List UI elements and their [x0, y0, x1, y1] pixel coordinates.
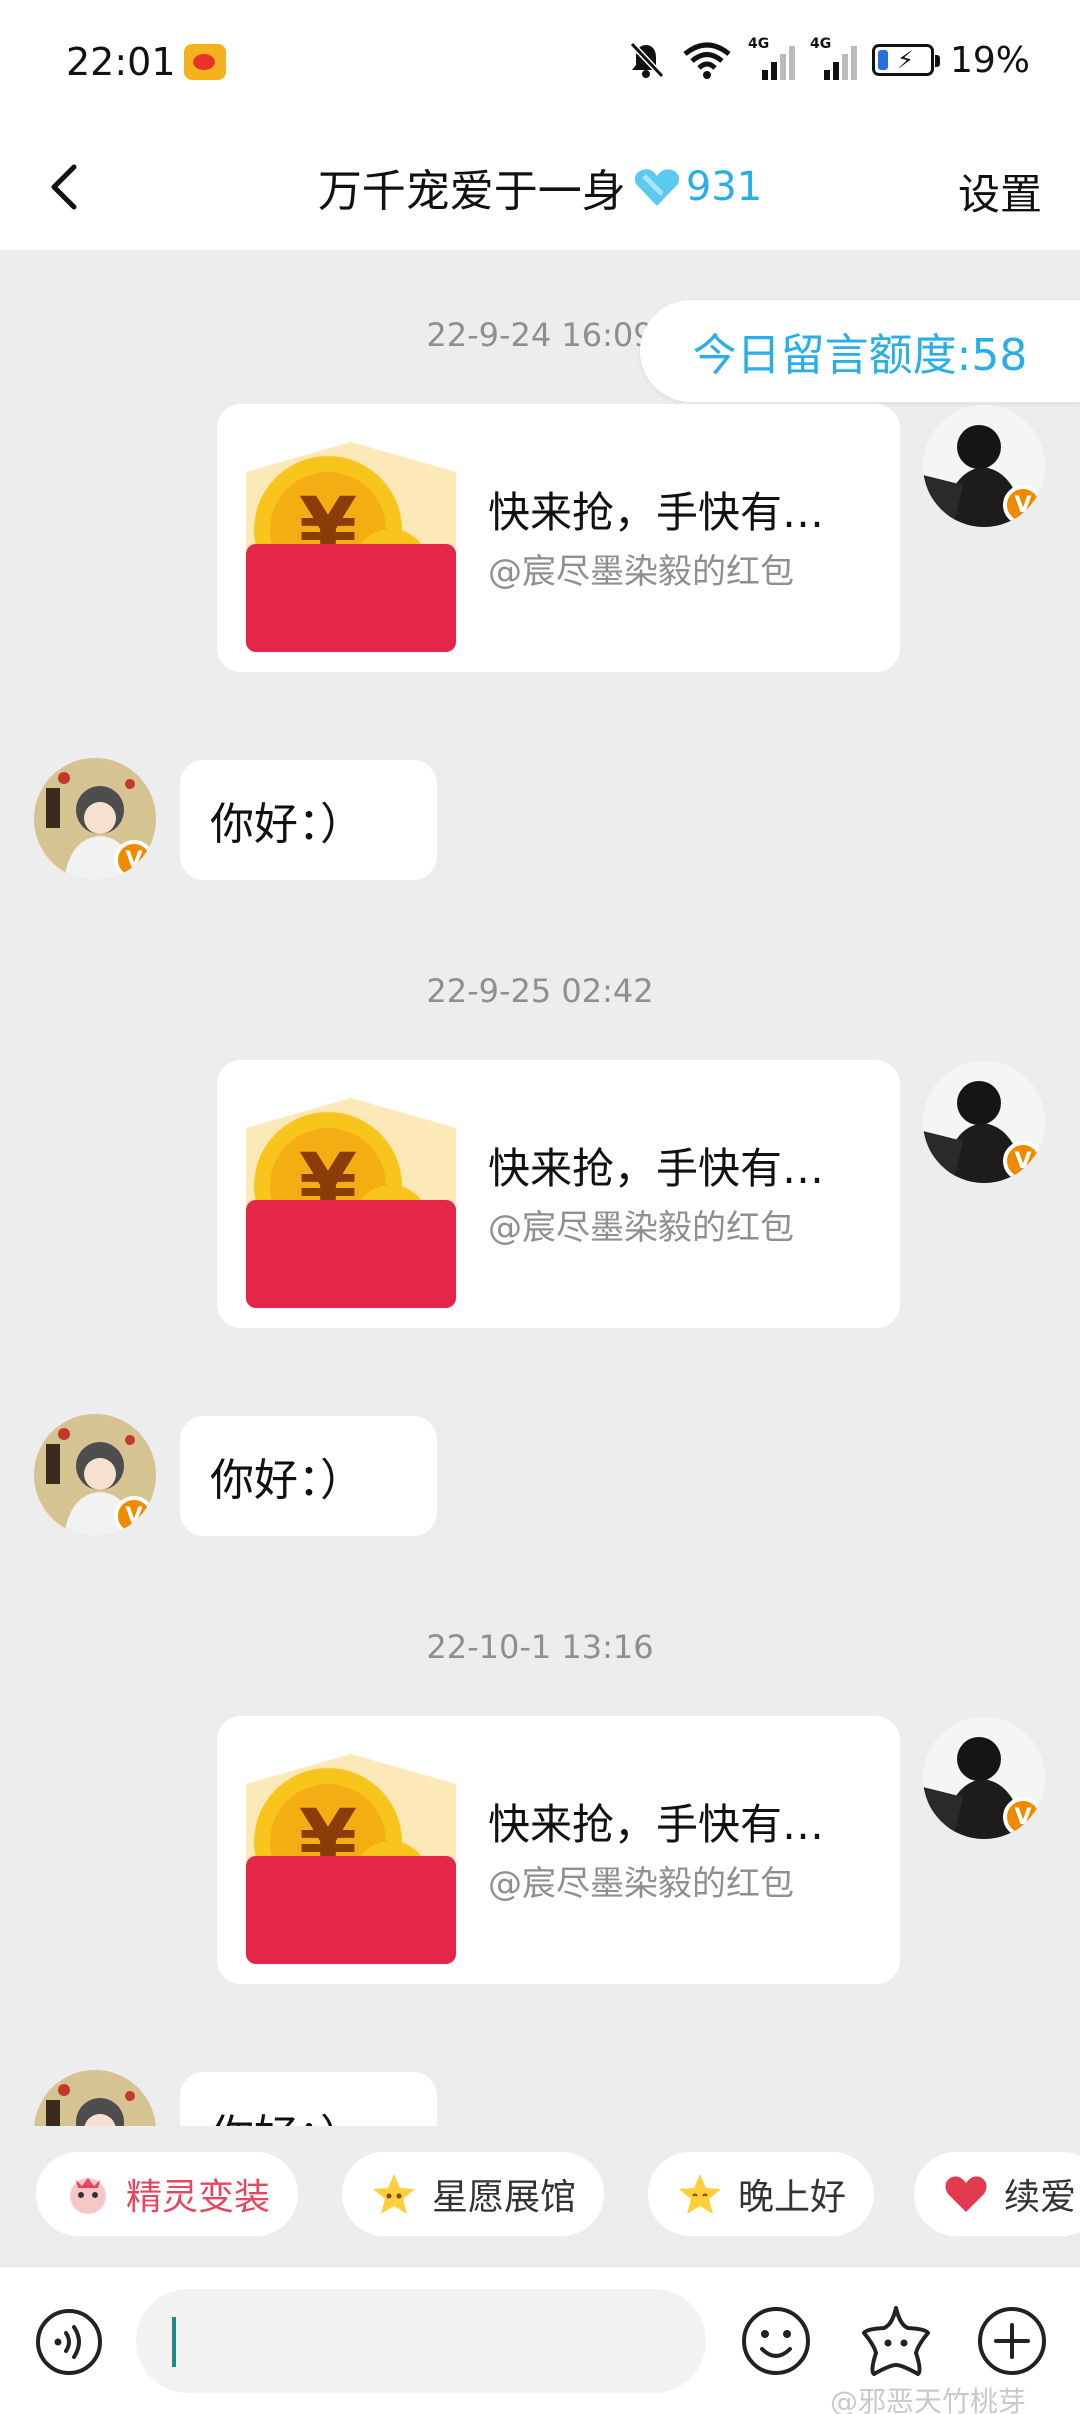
status-bar: 22:01 4G 4G ⚡ 19%	[0, 0, 1080, 125]
contact-avatar[interactable]: V	[34, 758, 156, 880]
red-packet-title: 快来抢，手快有…	[488, 488, 825, 537]
wifi-icon	[683, 42, 731, 79]
my-avatar[interactable]: V	[923, 405, 1045, 527]
status-icons: 4G 4G ⚡ 19%	[626, 36, 1030, 84]
mute-bell-icon	[629, 41, 665, 79]
sprite-icon	[64, 2170, 112, 2218]
my-avatar[interactable]: V	[923, 1061, 1045, 1183]
chat-header: 万千宠爱于一身 931 设置	[0, 125, 1080, 250]
message-bubble[interactable]: 你好：）	[180, 1416, 437, 1536]
quick-reply-label: 精灵变装	[126, 2177, 271, 2218]
avatar-illustration	[34, 2070, 156, 2126]
add-icon[interactable]	[976, 2305, 1048, 2377]
quick-reply-label: 星愿展馆	[432, 2177, 577, 2218]
my-avatar[interactable]: V	[923, 1717, 1045, 1839]
quick-reply-chip[interactable]: 星愿展馆	[342, 2152, 605, 2236]
intimacy-count: 931	[685, 164, 763, 210]
verified-badge: V	[1003, 1797, 1043, 1837]
charging-icon: ⚡	[896, 46, 914, 74]
message-timestamp: 22-9-25 02:42	[426, 972, 654, 1010]
message-input[interactable]	[136, 2289, 706, 2393]
red-packet-icon: ¥	[246, 1098, 456, 1308]
chat-title: 万千宠爱于一身 931	[0, 155, 1080, 219]
message-bubble[interactable]: 你好：）	[180, 760, 437, 880]
star-icon	[370, 2170, 418, 2218]
contact-name: 万千宠爱于一身	[317, 166, 626, 217]
red-packet-icon: ¥	[246, 442, 456, 652]
red-packet-subtitle: @宸尽墨染毅的红包	[488, 552, 794, 592]
red-packet-card[interactable]: ¥ 快来抢，手快有… @宸尽墨染毅的红包	[217, 1716, 900, 1984]
quick-reply-bar[interactable]: 精灵变装 星愿展馆 晚上好 续爱	[0, 2126, 1080, 2266]
status-time: 22:01	[66, 40, 176, 84]
message-bubble[interactable]: 你好：）	[180, 2072, 437, 2126]
weibo-notification-icon	[184, 44, 226, 80]
message-timestamp: 22-10-1 13:16	[426, 1628, 654, 1666]
quick-reply-label: 续爱	[1004, 2177, 1077, 2218]
verified-badge: V	[114, 840, 154, 880]
star-sticker-icon[interactable]	[858, 2303, 934, 2379]
red-packet-title: 快来抢，手快有…	[488, 1144, 825, 1193]
star-face-icon	[676, 2170, 724, 2218]
quick-reply-chip[interactable]: 晚上好	[648, 2152, 875, 2236]
heart-gem-icon	[634, 169, 679, 206]
settings-button[interactable]: 设置	[958, 161, 1042, 222]
voice-input-icon[interactable]	[34, 2307, 104, 2377]
heart-icon	[942, 2170, 990, 2218]
quick-reply-label: 晚上好	[738, 2177, 847, 2218]
emoji-icon[interactable]	[740, 2305, 812, 2377]
battery-icon: ⚡	[871, 44, 940, 76]
quick-reply-chip[interactable]: 续爱	[914, 2152, 1080, 2236]
contact-avatar[interactable]	[34, 2070, 156, 2126]
network-type-1: 4G	[747, 36, 770, 52]
verified-badge: V	[1003, 1141, 1043, 1181]
verified-badge: V	[1003, 485, 1043, 525]
signal-icon-1: 4G	[748, 36, 795, 80]
network-type-2: 4G	[809, 36, 832, 52]
intimacy-badge: 931	[632, 164, 762, 210]
verified-badge: V	[114, 1496, 154, 1536]
message-quota-badge: 今日留言额度:58	[640, 300, 1080, 402]
red-packet-card[interactable]: ¥ 快来抢，手快有… @宸尽墨染毅的红包	[217, 1060, 900, 1328]
red-packet-title: 快来抢，手快有…	[488, 1800, 825, 1849]
watermark: @邪恶天竹桃芽	[830, 2385, 1027, 2414]
red-packet-subtitle: @宸尽墨染毅的红包	[488, 1208, 794, 1248]
contact-avatar[interactable]: V	[34, 1414, 156, 1536]
red-packet-subtitle: @宸尽墨染毅的红包	[488, 1864, 794, 1904]
red-packet-icon: ¥	[246, 1754, 456, 1964]
battery-percentage: 19%	[949, 39, 1030, 81]
quick-reply-chip[interactable]: 精灵变装	[36, 2152, 299, 2236]
battery-fill	[877, 50, 888, 70]
signal-icon-2: 4G	[810, 36, 857, 80]
text-cursor	[172, 2317, 176, 2367]
red-packet-card[interactable]: ¥ 快来抢，手快有… @宸尽墨染毅的红包	[217, 404, 900, 672]
chat-area[interactable]: 22-9-24 16:09 今日留言额度:58 ¥ 快来抢，手快有… @宸尽墨染…	[0, 250, 1080, 2126]
